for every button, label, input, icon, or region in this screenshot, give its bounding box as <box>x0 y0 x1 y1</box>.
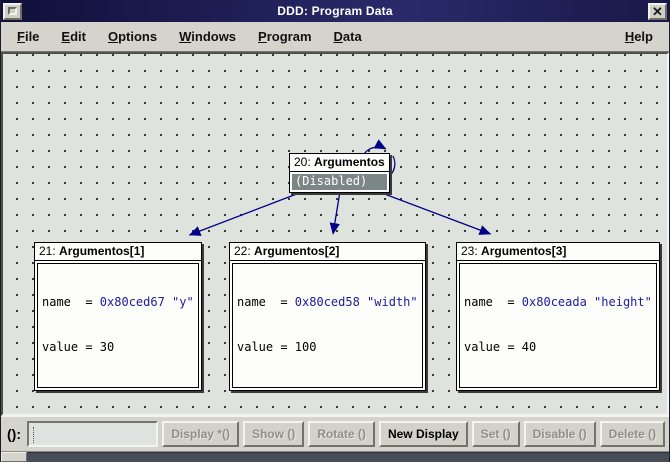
scrollbar-trough[interactable] <box>27 452 669 462</box>
rotate-button[interactable]: Rotate () <box>308 421 375 447</box>
display-button[interactable]: Display *() <box>162 421 239 447</box>
display-box-21[interactable]: 21: Argumentos[1] name = 0x80ced67 "y" v… <box>34 242 202 391</box>
delete-button[interactable]: Delete () <box>600 421 665 447</box>
value-row: value = 40 <box>464 340 652 355</box>
titlebar: DDD: Program Data ✕ <box>1 0 669 22</box>
set-button[interactable]: Set () <box>472 421 520 447</box>
value-row: value = 30 <box>42 340 194 355</box>
argument-toolbar: (): Display *() Show () Rotate () New Di… <box>1 416 669 451</box>
display-box-23[interactable]: 23: Argumentos[3] name = 0x80ceada "heig… <box>456 242 660 391</box>
display-box-21-title: 21: Argumentos[1] <box>35 243 201 261</box>
display-box-22[interactable]: 22: Argumentos[2] name = 0x80ced58 "widt… <box>229 242 426 391</box>
show-button[interactable]: Show () <box>243 421 304 447</box>
disable-button[interactable]: Disable () <box>524 421 596 447</box>
value-row: name = 0x80ceada "height" <box>464 295 652 310</box>
data-display-canvas[interactable]: 20: Argumentos (Disabled) 21: Argumentos… <box>1 52 669 416</box>
close-icon: ✕ <box>652 5 663 18</box>
display-box-22-title: 22: Argumentos[2] <box>230 243 425 261</box>
value-row: name = 0x80ced67 "y" <box>42 295 194 310</box>
menu-data[interactable]: Data <box>328 26 368 47</box>
horizontal-scrollbar[interactable] <box>1 451 669 462</box>
close-button[interactable]: ✕ <box>648 3 667 20</box>
menu-help[interactable]: Help <box>619 26 659 47</box>
menu-program[interactable]: Program <box>252 26 317 47</box>
text-caret <box>33 427 34 443</box>
argument-label: (): <box>7 426 21 442</box>
edge-20-22 <box>333 191 340 234</box>
value-row: name = 0x80ced58 "width" <box>237 295 418 310</box>
menu-options[interactable]: Options <box>102 26 163 47</box>
display-box-23-values[interactable]: name = 0x80ceada "height" value = 40 <box>459 263 657 388</box>
window-menu-icon <box>8 7 17 15</box>
argument-input[interactable] <box>27 421 158 447</box>
display-box-20[interactable]: 20: Argumentos (Disabled) <box>289 153 390 193</box>
window-menu-button[interactable] <box>3 3 22 20</box>
new-display-button[interactable]: New Display <box>379 421 468 447</box>
edge-20-21 <box>189 191 303 235</box>
display-box-20-title: 20: Argumentos <box>290 154 389 172</box>
menubar: File Edit Options Windows Program Data H… <box>1 22 669 52</box>
menu-edit[interactable]: Edit <box>55 26 92 47</box>
edge-20-23 <box>378 191 491 234</box>
value-row: value = 100 <box>237 340 418 355</box>
menu-file[interactable]: File <box>11 26 45 47</box>
window-title: DDD: Program Data <box>22 4 648 18</box>
menu-windows[interactable]: Windows <box>173 26 242 47</box>
ddd-program-data-window: DDD: Program Data ✕ File Edit Options Wi… <box>0 0 670 462</box>
display-box-21-values[interactable]: name = 0x80ced67 "y" value = 30 <box>37 263 199 388</box>
display-box-22-values[interactable]: name = 0x80ced58 "width" value = 100 <box>232 263 423 388</box>
display-box-23-title: 23: Argumentos[3] <box>457 243 659 261</box>
display-box-20-status[interactable]: (Disabled) <box>292 174 387 190</box>
scrollbar-thumb[interactable] <box>1 452 27 462</box>
